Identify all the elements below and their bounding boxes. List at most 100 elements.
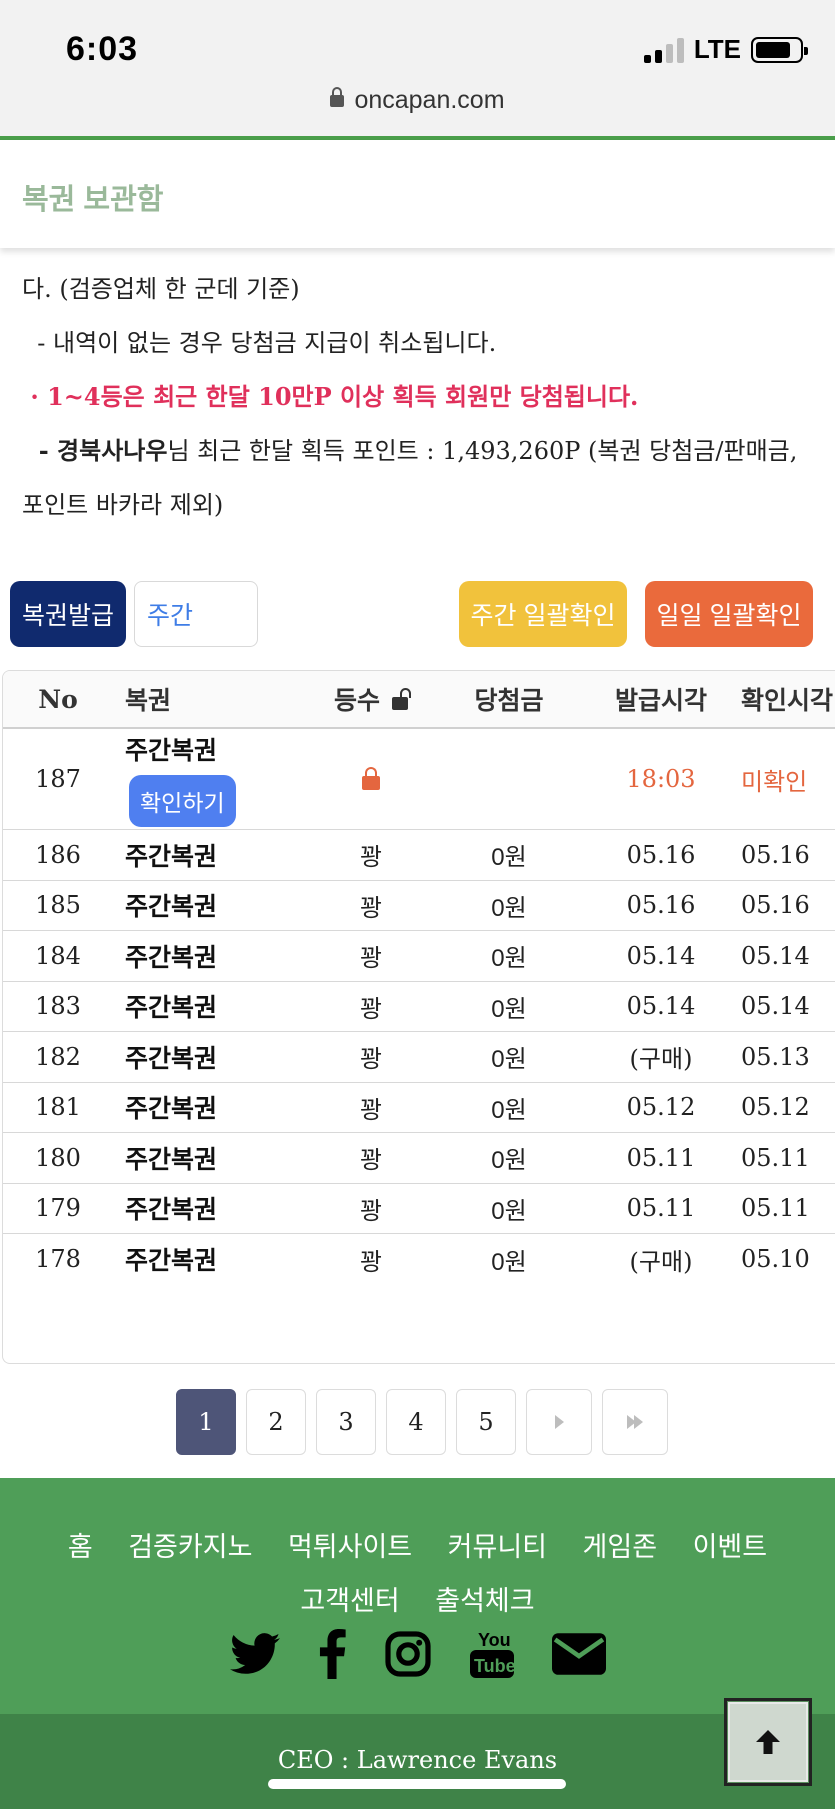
next-page-button[interactable] <box>526 1389 592 1455</box>
cell-prize: 0원 <box>491 1046 527 1074</box>
instagram-icon[interactable] <box>384 1630 432 1678</box>
cell-checked-time: 05.16 <box>741 891 810 920</box>
address-bar[interactable]: oncapan.com <box>0 86 835 115</box>
network-label: LTE <box>693 34 741 64</box>
period-select[interactable]: 주간 <box>134 581 258 647</box>
cell-rank: 꽝 <box>359 844 383 872</box>
cell-lottery: 주간복권 <box>125 893 218 922</box>
issue-lottery-button[interactable]: 복권발급 <box>10 581 126 647</box>
facebook-icon[interactable] <box>318 1629 346 1679</box>
lottery-name: 주간복권 <box>125 737 218 765</box>
notice-line: 다. (검증업체 한 군데 기준) <box>22 275 300 303</box>
mail-icon[interactable] <box>551 1633 606 1675</box>
notice-bullet: · <box>22 382 48 411</box>
points-text: 님 최근 한달 획득 포인트 : 1,493,260P (복권 당첨금/판매금, <box>167 437 798 465</box>
footer-link-verified-casino[interactable]: 검증카지노 <box>128 1532 252 1562</box>
weekly-bulk-check-button[interactable]: 주간 일괄확인 <box>459 581 627 647</box>
cell-rank: 꽝 <box>359 1248 383 1276</box>
cell-prize <box>449 729 569 829</box>
cell-checked-time: 05.13 <box>741 1042 810 1071</box>
header-rank-label: 등수 <box>333 687 380 715</box>
cell-no: 180 <box>35 1143 81 1172</box>
next-icon <box>554 1415 564 1429</box>
lottery-table: No 복권 등수 당첨금 발급시각 확인시각 187 주간복권 확인하기 18:… <box>2 670 835 1364</box>
footer: 홈 검증카지노 먹튀사이트 커뮤니티 게임존 이벤트 고객센터 출석체크 You… <box>0 1478 835 1714</box>
cell-rank: 꽝 <box>359 1147 383 1175</box>
cell-issued-time: 05.14 <box>626 992 696 1021</box>
notice-text: 다. (검증업체 한 군데 기준) - 내역이 없는 경우 당첨금 지급이 취소… <box>22 262 822 532</box>
notice-points: - 경북사나우님 최근 한달 획득 포인트 : 1,493,260P (복권 당… <box>22 424 822 478</box>
page-button[interactable]: 2 <box>246 1389 306 1455</box>
lock-icon <box>362 767 380 790</box>
footer-link-customer-center[interactable]: 고객센터 <box>300 1586 399 1616</box>
cell-checked-time: 05.14 <box>741 941 810 970</box>
table-row: 181 주간복권 꽝 0원 05.12 05.12 <box>3 1083 835 1133</box>
footer-bottom: CEO : Lawrence Evans <box>0 1714 835 1809</box>
cell-prize: 0원 <box>491 1197 527 1225</box>
cell-lottery: 주간복권 <box>125 1044 218 1073</box>
table-row: 182 주간복권 꽝 0원 (구매) 05.13 <box>3 1032 835 1083</box>
table-row: 180 주간복권 꽝 0원 05.11 05.11 <box>3 1133 835 1184</box>
header-prize: 당첨금 <box>474 687 544 715</box>
notice-warning: · 1~4등은 최근 한달 10만P 이상 획득 회원만 당첨됩니다. <box>22 370 822 424</box>
table-row: 187 주간복권 확인하기 18:03 미확인 <box>3 729 835 830</box>
cell-issued-time: 05.12 <box>626 1093 696 1122</box>
page-button[interactable]: 3 <box>316 1389 376 1455</box>
cell-lottery: 주간복권 <box>125 1095 218 1124</box>
cell-prize: 0원 <box>491 1096 527 1124</box>
cell-checked-time: 05.11 <box>741 1194 810 1223</box>
cell-checked-status: 미확인 <box>741 768 808 796</box>
arrow-up-icon <box>756 1730 780 1754</box>
social-links: You Tube <box>0 1628 835 1680</box>
footer-link-home[interactable]: 홈 <box>68 1532 93 1562</box>
back-to-top-inner <box>728 1702 808 1782</box>
notice-line-text: - 내역이 없는 경우 당첨금 지급이 취소됩니다. <box>22 329 497 357</box>
header-rank[interactable]: 등수 <box>311 671 431 727</box>
page-button[interactable]: 1 <box>176 1389 236 1455</box>
footer-nav: 홈 검증카지노 먹튀사이트 커뮤니티 게임존 이벤트 고객센터 출석체크 <box>0 1520 835 1628</box>
cell-lottery: 주간복권 <box>125 1196 218 1225</box>
footer-link-community[interactable]: 커뮤니티 <box>448 1532 547 1562</box>
cell-prize: 0원 <box>491 945 527 973</box>
youtube-icon[interactable]: You Tube <box>469 1628 514 1680</box>
notice-line: - 내역이 없는 경우 당첨금 지급이 취소됩니다. <box>22 316 822 370</box>
lock-icon <box>330 87 345 107</box>
cell-rank: 꽝 <box>359 945 383 973</box>
table-row: 185 주간복권 꽝 0원 05.16 05.16 <box>3 881 835 931</box>
cell-checked-time: 05.12 <box>741 1093 810 1122</box>
cell-rank: 꽝 <box>359 995 383 1023</box>
ceo-text: CEO : Lawrence Evans <box>277 1746 558 1774</box>
page-button[interactable]: 4 <box>386 1389 446 1455</box>
cell-lottery: 주간복권 확인하기 <box>125 729 305 829</box>
cell-prize: 0원 <box>491 1147 527 1175</box>
pagination: 1 2 3 4 5 <box>176 1389 668 1455</box>
footer-link-events[interactable]: 이벤트 <box>693 1532 768 1562</box>
confirm-button[interactable]: 확인하기 <box>129 775 236 827</box>
cell-issued-time: (구매) <box>629 1045 693 1074</box>
header-issued-time: 발급시각 <box>614 687 707 715</box>
unlock-icon[interactable] <box>392 687 411 710</box>
footer-link-game-zone[interactable]: 게임존 <box>583 1532 658 1562</box>
cell-lottery: 주간복권 <box>125 842 218 871</box>
footer-link-scam-sites[interactable]: 먹튀사이트 <box>288 1532 412 1562</box>
cell-no: 187 <box>35 765 81 793</box>
footer-link-attendance[interactable]: 출석체크 <box>435 1586 534 1616</box>
svg-text:You: You <box>478 1630 511 1650</box>
cell-prize: 0원 <box>491 894 527 922</box>
cell-prize: 0원 <box>491 1248 527 1276</box>
status-indicators: LTE <box>643 34 808 65</box>
last-page-button[interactable] <box>602 1389 668 1455</box>
cell-issued-time: 05.16 <box>626 840 696 869</box>
svg-text:Tube: Tube <box>474 1656 514 1676</box>
daily-bulk-check-button[interactable]: 일일 일괄확인 <box>645 581 813 647</box>
cell-checked-time: 05.16 <box>741 840 810 869</box>
page-button[interactable]: 5 <box>456 1389 516 1455</box>
back-to-top-button[interactable] <box>724 1698 812 1786</box>
twitter-icon[interactable] <box>229 1633 280 1675</box>
notice-line: 포인트 바카라 제외) <box>22 491 224 519</box>
notice-dash: - <box>22 436 58 465</box>
table-header: No 복권 등수 당첨금 발급시각 확인시각 <box>3 671 835 729</box>
cell-checked-time: 05.11 <box>741 1143 810 1172</box>
cell-no: 181 <box>35 1093 81 1122</box>
page-title: 복권 보관함 <box>22 184 164 216</box>
